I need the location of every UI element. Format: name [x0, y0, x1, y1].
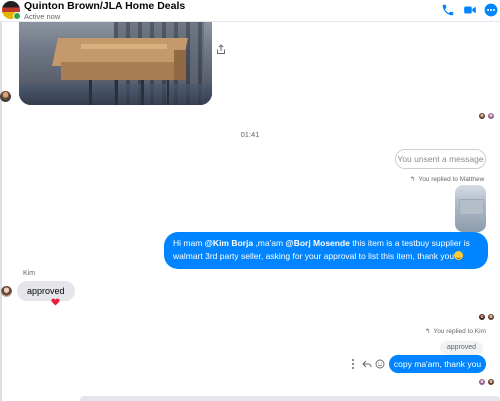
more-dots-icon[interactable]	[484, 3, 498, 17]
read-receipt-avatar	[478, 112, 486, 120]
reply-arrow-icon[interactable]	[362, 358, 372, 370]
read-receipt-avatar	[487, 378, 495, 386]
mention-kim-borja[interactable]: @Kim Borja	[205, 238, 253, 248]
reply-arrow-icon: ↰	[410, 176, 416, 183]
message-composer-edge[interactable]	[80, 396, 500, 401]
video-camera-icon[interactable]	[463, 3, 477, 17]
vertical-dots-icon[interactable]	[351, 358, 357, 370]
photo-box-side	[174, 50, 186, 80]
sidebar-edge	[0, 22, 2, 401]
contact-avatar[interactable]	[2, 1, 21, 20]
messenger-conversation-window: Quinton Brown/JLA Home Deals Active now …	[0, 0, 500, 401]
read-receipt-avatar	[487, 313, 495, 321]
read-receipt-avatar	[487, 112, 495, 120]
reply-context-label: ↰ You replied to Kim	[425, 327, 486, 335]
photo-table-legs	[89, 80, 169, 105]
photo-box-tape	[81, 44, 167, 49]
quoted-message[interactable]: approved	[440, 341, 483, 355]
sent-message-bubble[interactable]: copy ma'am, thank you	[389, 355, 486, 373]
contact-status: Active now	[24, 12, 61, 21]
smiley-react-icon[interactable]	[375, 358, 385, 370]
conversation-header: Quinton Brown/JLA Home Deals Active now	[0, 0, 500, 22]
reply-context-text: You replied to Kim	[433, 328, 486, 335]
sender-name-kim: Kim	[23, 270, 36, 277]
message-text: Hi mam	[173, 238, 205, 248]
sent-message-bubble[interactable]: Hi mam @Kim Borja ,ma'am @Borj Mosende t…	[164, 232, 488, 269]
reply-arrow-icon: ↰	[425, 328, 431, 335]
message-text: ,ma'am	[253, 238, 286, 248]
share-icon[interactable]	[216, 44, 226, 55]
sender-avatar-quinton[interactable]	[0, 91, 11, 102]
photo-box-front	[61, 62, 179, 80]
phone-icon[interactable]	[441, 3, 455, 17]
mention-borj-mosende[interactable]: @Borj Mosende	[285, 238, 350, 248]
time-separator: 01:41	[240, 130, 260, 139]
smile-emoji-icon	[454, 251, 464, 260]
sender-avatar-kim[interactable]	[1, 286, 12, 297]
read-receipt-avatar	[478, 378, 486, 386]
quoted-photo-thumbnail[interactable]	[455, 185, 486, 232]
received-message-bubble[interactable]: approved	[17, 281, 75, 301]
reply-context-label: ↰ You replied to Matthew	[410, 175, 484, 183]
photo-message[interactable]	[19, 22, 212, 105]
contact-name[interactable]: Quinton Brown/JLA Home Deals	[24, 0, 185, 12]
reply-context-text: You replied to Matthew	[418, 176, 485, 183]
read-receipt-avatar	[478, 313, 486, 321]
heart-icon[interactable]	[51, 298, 60, 306]
unsent-message: You unsent a message	[395, 149, 486, 169]
